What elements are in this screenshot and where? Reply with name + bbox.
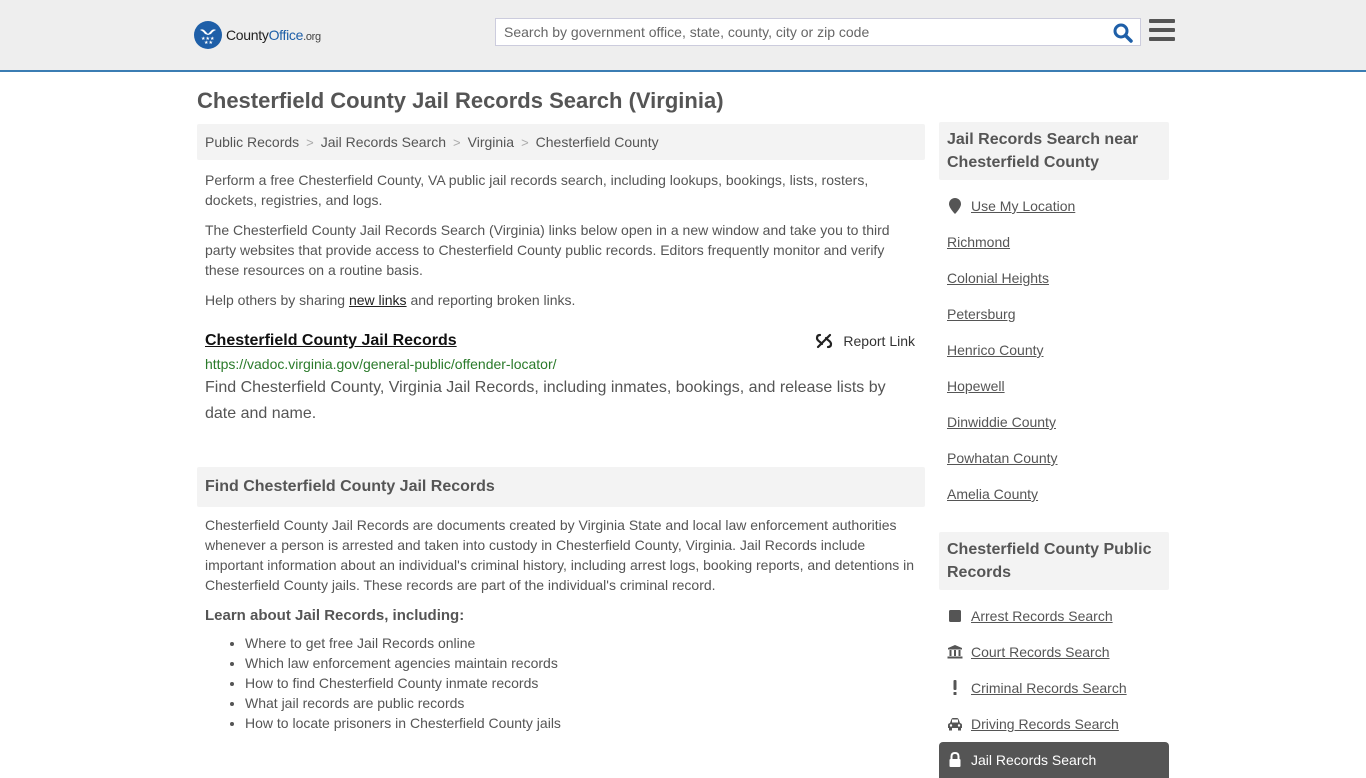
- learn-list-item: Which law enforcement agencies maintain …: [245, 653, 925, 673]
- search-input[interactable]: [496, 19, 1096, 45]
- use-my-location-item: Use My Location: [947, 188, 1161, 224]
- search-icon: [1113, 23, 1133, 43]
- public-records-item-active: Jail Records Search: [939, 742, 1169, 778]
- breadcrumb-chesterfield-county[interactable]: Chesterfield County: [536, 134, 659, 150]
- use-my-location-link[interactable]: Use My Location: [971, 198, 1075, 214]
- hamburger-menu-button[interactable]: [1149, 19, 1175, 43]
- map-pin-icon: [947, 198, 963, 214]
- find-section-heading: Find Chesterfield County Jail Records: [197, 467, 925, 507]
- nearby-item: Richmond: [947, 224, 1161, 260]
- learn-list-item: Where to get free Jail Records online: [245, 633, 925, 653]
- nearby-link-dinwiddie-county[interactable]: Dinwiddie County: [947, 414, 1056, 430]
- nearby-heading: Jail Records Search near Chesterfield Co…: [939, 122, 1169, 180]
- learn-list-item: How to locate prisoners in Chesterfield …: [245, 713, 925, 733]
- learn-list-item: What jail records are public records: [245, 693, 925, 713]
- public-records-item: Arrest Records Search: [947, 598, 1161, 634]
- result-url: https://vadoc.virginia.gov/general-publi…: [205, 356, 557, 372]
- broken-link-icon: [816, 333, 833, 349]
- search-button[interactable]: [1112, 22, 1134, 44]
- breadcrumb-virginia[interactable]: Virginia: [468, 134, 514, 150]
- jail-records-search-link[interactable]: Jail Records Search: [971, 752, 1096, 768]
- learn-list: Where to get free Jail Records online Wh…: [197, 633, 925, 733]
- share-links-paragraph: Help others by sharing new links and rep…: [205, 292, 576, 308]
- nearby-item: Petersburg: [947, 296, 1161, 332]
- report-link-button[interactable]: Report Link: [815, 332, 915, 350]
- disclaimer-paragraph: The Chesterfield County Jail Records Sea…: [205, 222, 890, 278]
- criminal-records-search-link[interactable]: Criminal Records Search: [971, 680, 1127, 696]
- lock-icon: [947, 752, 963, 768]
- nearby-link-hopewell[interactable]: Hopewell: [947, 378, 1005, 394]
- public-records-item: Criminal Records Search: [947, 670, 1161, 706]
- court-records-search-link[interactable]: Court Records Search: [971, 644, 1110, 660]
- site-search: [495, 18, 1141, 46]
- nearby-link-richmond[interactable]: Richmond: [947, 234, 1010, 250]
- main-content: Public Records > Jail Records Search > V…: [197, 124, 925, 733]
- public-records-item: Driving Records Search: [947, 706, 1161, 742]
- public-records-heading: Chesterfield County Public Records: [939, 532, 1169, 590]
- nearby-item: Henrico County: [947, 332, 1161, 368]
- breadcrumb-jail-records-search[interactable]: Jail Records Search: [321, 134, 446, 150]
- breadcrumb-separator: >: [306, 134, 314, 150]
- exclamation-icon: [947, 680, 963, 696]
- nearby-item: Powhatan County: [947, 440, 1161, 476]
- result-title-link[interactable]: Chesterfield County Jail Records: [205, 332, 457, 349]
- public-records-list: Arrest Records Search Court Records Sear…: [939, 598, 1169, 778]
- eagle-stars-logo-icon: ★★★ ★★: [194, 21, 222, 49]
- nearby-link-henrico-county[interactable]: Henrico County: [947, 342, 1044, 358]
- nearby-item: Dinwiddie County: [947, 404, 1161, 440]
- nearby-list: Use My Location Richmond Colonial Height…: [939, 188, 1169, 512]
- arrest-records-search-link[interactable]: Arrest Records Search: [971, 608, 1113, 624]
- page-title: Chesterfield County Jail Records Search …: [197, 88, 724, 113]
- square-icon: [947, 609, 963, 623]
- result-description: Find Chesterfield County, Virginia Jail …: [205, 379, 886, 422]
- menu-icon-bar: [1149, 37, 1175, 41]
- find-section-body: Chesterfield County Jail Records are doc…: [205, 517, 915, 593]
- nearby-link-petersburg[interactable]: Petersburg: [947, 306, 1015, 322]
- menu-icon-bar: [1149, 19, 1175, 23]
- site-header: ★★★ ★★ CountyOffice.org: [0, 0, 1366, 72]
- public-records-item: Court Records Search: [947, 634, 1161, 670]
- courthouse-icon: [947, 645, 963, 659]
- report-link-label: Report Link: [843, 333, 915, 349]
- nearby-item: Amelia County: [947, 476, 1161, 512]
- driving-records-search-link[interactable]: Driving Records Search: [971, 716, 1119, 732]
- intro-paragraph: Perform a free Chesterfield County, VA p…: [205, 172, 869, 208]
- nearby-link-powhatan-county[interactable]: Powhatan County: [947, 450, 1058, 466]
- nearby-item: Colonial Heights: [947, 260, 1161, 296]
- breadcrumb-separator: >: [453, 134, 461, 150]
- sidebar: Jail Records Search near Chesterfield Co…: [939, 122, 1169, 778]
- breadcrumb: Public Records > Jail Records Search > V…: [197, 124, 925, 160]
- learn-list-item: How to find Chesterfield County inmate r…: [245, 673, 925, 693]
- menu-icon-bar: [1149, 28, 1175, 32]
- new-links-link[interactable]: new links: [349, 292, 407, 308]
- svg-text:★★: ★★: [204, 40, 213, 45]
- learn-heading: Learn about Jail Records, including:: [205, 607, 465, 624]
- nearby-link-colonial-heights[interactable]: Colonial Heights: [947, 270, 1049, 286]
- result-item: Chesterfield County Jail Records Report …: [197, 330, 925, 427]
- nearby-item: Hopewell: [947, 368, 1161, 404]
- nearby-link-amelia-county[interactable]: Amelia County: [947, 486, 1038, 502]
- breadcrumb-separator: >: [521, 134, 529, 150]
- car-icon: [947, 717, 963, 731]
- site-logo[interactable]: ★★★ ★★ CountyOffice.org: [194, 21, 321, 49]
- breadcrumb-public-records[interactable]: Public Records: [205, 134, 299, 150]
- logo-wordmark: CountyOffice.org: [226, 27, 321, 43]
